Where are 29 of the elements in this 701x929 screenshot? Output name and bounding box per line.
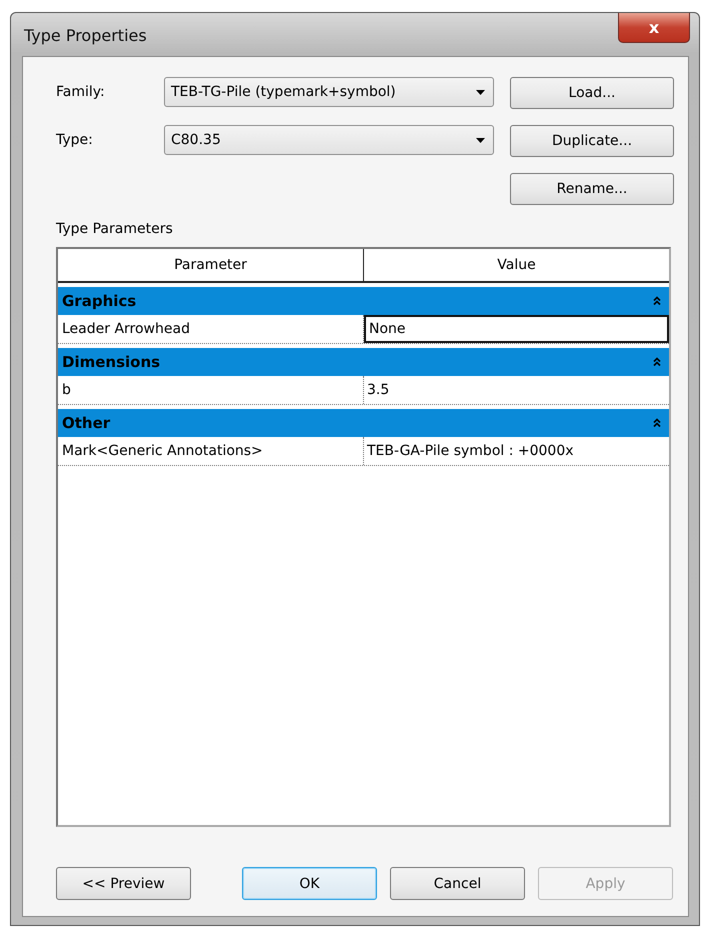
section-title: Type Parameters <box>56 221 174 237</box>
chevron-icon <box>653 296 661 306</box>
dropdown[interactable]: C80.35 <box>164 125 494 155</box>
column-header: Parameter <box>58 249 364 281</box>
table-cell: b <box>58 376 364 404</box>
chevron-icon <box>653 418 661 428</box>
close-button[interactable]: x <box>618 13 690 43</box>
table-cell: Mark<Generic Annotations> <box>58 437 364 465</box>
dialog-button[interactable]: Cancel <box>390 867 525 900</box>
caret-icon <box>476 138 485 142</box>
column-header: Value <box>496 256 537 275</box>
value-cell[interactable]: TEB-GA-Pile symbol : +0000x <box>364 437 669 465</box>
dialog-button[interactable]: OK <box>242 867 377 900</box>
side-button[interactable]: Duplicate... <box>510 125 674 157</box>
group-header[interactable]: Other <box>58 409 669 437</box>
group-header[interactable]: Graphics <box>58 287 669 315</box>
side-button[interactable]: Load... <box>510 77 674 109</box>
window-title: Type Properties <box>24 26 147 45</box>
value-cell[interactable]: 3.5 <box>364 376 669 404</box>
table-cell: Leader Arrowhead <box>58 315 364 343</box>
dialog-button[interactable]: << Preview <box>56 867 191 900</box>
side-button[interactable]: Rename... <box>510 173 674 205</box>
dropdown[interactable]: TEB-TG-Pile (typemark+symbol) <box>164 77 494 107</box>
caret-icon <box>476 90 485 94</box>
field-label: Family: <box>56 84 106 100</box>
chevron-icon <box>653 357 661 367</box>
value-cell[interactable]: None <box>364 315 669 343</box>
group-header[interactable]: Dimensions <box>58 348 669 376</box>
field-label: Type: <box>56 132 94 148</box>
